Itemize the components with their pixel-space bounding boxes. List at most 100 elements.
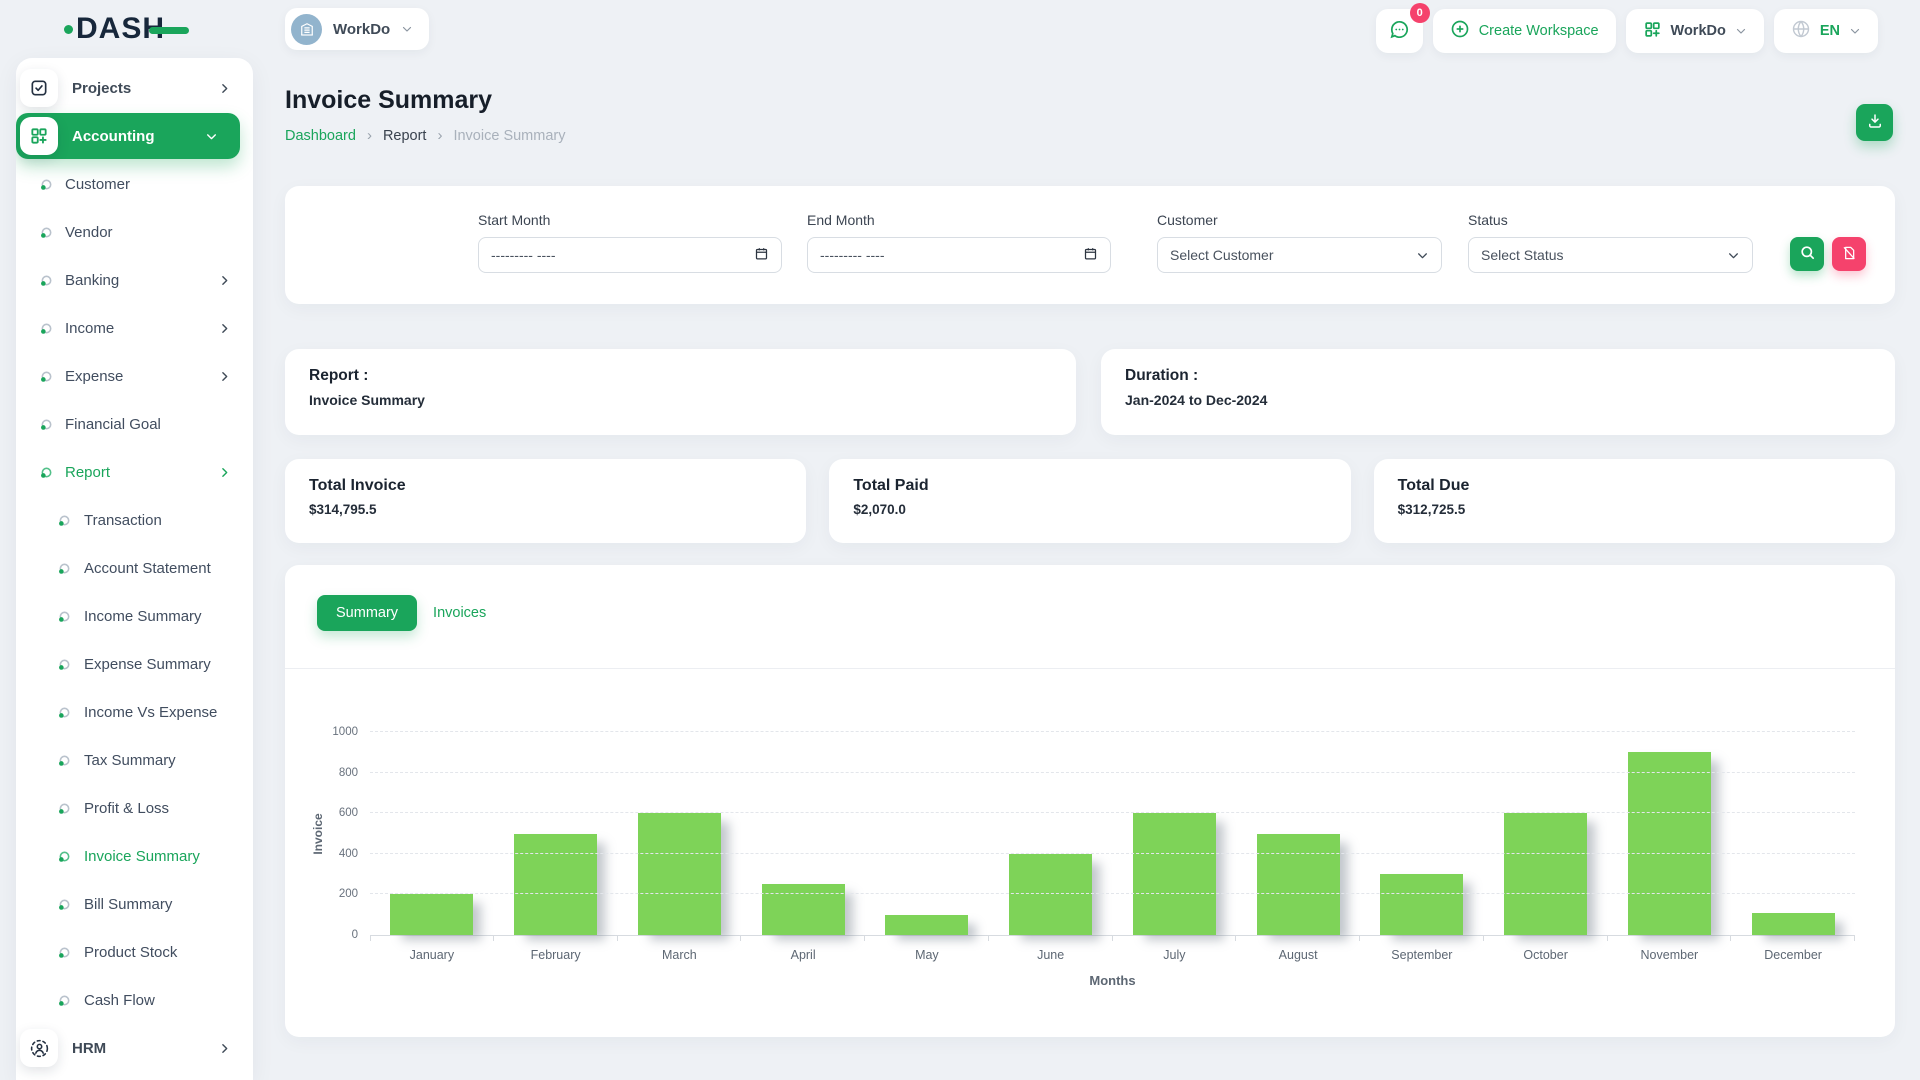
grid-plus-icon bbox=[20, 117, 58, 155]
sidebar-item-vendor[interactable]: Vendor bbox=[16, 208, 253, 256]
sidebar-item-accounting[interactable]: Accounting bbox=[16, 113, 240, 159]
chart-slot-january: January bbox=[370, 732, 494, 935]
sidebar-item-product-stock[interactable]: Product Stock bbox=[16, 928, 253, 976]
download-button[interactable] bbox=[1856, 104, 1893, 141]
sidebar-item-bill-summary[interactable]: Bill Summary bbox=[16, 880, 253, 928]
chart-slot-october: October bbox=[1484, 732, 1608, 935]
bar-march bbox=[638, 813, 721, 935]
sidebar-item-projects[interactable]: Projects bbox=[16, 64, 253, 112]
chevron-right-icon bbox=[218, 1042, 231, 1055]
bullet-icon bbox=[58, 610, 71, 623]
sidebar-item-expense[interactable]: Expense bbox=[16, 352, 253, 400]
sidebar-item-profit-loss[interactable]: Profit & Loss bbox=[16, 784, 253, 832]
sidebar-item-label: Account Statement bbox=[84, 560, 211, 577]
x-axis-label: December bbox=[1731, 948, 1855, 962]
bar-may bbox=[885, 915, 968, 935]
bar-april bbox=[762, 884, 845, 935]
sidebar-item-cash-flow[interactable]: Cash Flow bbox=[16, 976, 253, 1024]
sidebar-item-expense-summary[interactable]: Expense Summary bbox=[16, 640, 253, 688]
search-button[interactable] bbox=[1790, 237, 1824, 271]
x-axis-label: September bbox=[1360, 948, 1484, 962]
customer-selected-value: Select Customer bbox=[1170, 247, 1273, 263]
bar-june bbox=[1009, 854, 1092, 935]
status-field: Status Select Status bbox=[1468, 212, 1753, 273]
sidebar-item-label: Customer bbox=[65, 176, 130, 193]
sidebar-item-label: Projects bbox=[72, 80, 131, 97]
sidebar-item-transaction[interactable]: Transaction bbox=[16, 496, 253, 544]
filter-buttons bbox=[1790, 237, 1866, 271]
sidebar-item-invoice-summary[interactable]: Invoice Summary bbox=[16, 832, 253, 880]
workspace-name: WorkDo bbox=[333, 21, 390, 38]
report-info-card: Report : Invoice Summary bbox=[285, 349, 1076, 435]
y-axis-tick: 600 bbox=[312, 807, 358, 819]
start-month-input[interactable]: --------- ---- bbox=[478, 237, 782, 273]
x-axis-label: June bbox=[989, 948, 1113, 962]
tab-invoices[interactable]: Invoices bbox=[433, 605, 486, 621]
language-code: EN bbox=[1820, 23, 1840, 39]
bullet-icon bbox=[40, 226, 53, 239]
calendar-icon bbox=[1083, 246, 1098, 264]
messages-button[interactable]: 0 bbox=[1376, 9, 1423, 53]
sidebar-item-account-statement[interactable]: Account Statement bbox=[16, 544, 253, 592]
logo-dot bbox=[64, 25, 73, 34]
tab-summary[interactable]: Summary bbox=[317, 595, 417, 631]
reset-filter-button[interactable] bbox=[1832, 237, 1866, 271]
chart-slot-december: December bbox=[1731, 732, 1855, 935]
page-title: Invoice Summary bbox=[285, 86, 492, 115]
checkbox-icon bbox=[20, 69, 58, 107]
sidebar-item-income[interactable]: Income bbox=[16, 304, 253, 352]
chart-slot-august: August bbox=[1236, 732, 1360, 935]
bullet-icon bbox=[40, 418, 53, 431]
chart-slot-june: June bbox=[989, 732, 1113, 935]
sidebar-item-income-summary[interactable]: Income Summary bbox=[16, 592, 253, 640]
x-axis-title: Months bbox=[370, 973, 1855, 988]
tabs-divider bbox=[285, 668, 1895, 669]
end-month-field: End Month --------- ---- bbox=[807, 212, 1111, 273]
sidebar-item-income-vs-expense[interactable]: Income Vs Expense bbox=[16, 688, 253, 736]
language-button[interactable]: EN bbox=[1774, 9, 1878, 53]
chart-bars: JanuaryFebruaryMarchAprilMayJuneJulyAugu… bbox=[370, 732, 1855, 935]
bar-december bbox=[1752, 913, 1835, 935]
y-axis-tick: 0 bbox=[312, 929, 358, 941]
x-axis-label: February bbox=[494, 948, 618, 962]
bullet-icon bbox=[58, 994, 71, 1007]
report-value: Invoice Summary bbox=[309, 392, 1052, 408]
x-axis-label: October bbox=[1484, 948, 1608, 962]
sidebar-item-label: Accounting bbox=[72, 128, 155, 145]
chart-slot-july: July bbox=[1113, 732, 1237, 935]
sidebar-item-banking[interactable]: Banking bbox=[16, 256, 253, 304]
chart-card: Summary Invoices Invoice JanuaryFebruaryM… bbox=[285, 565, 1895, 1037]
search-icon bbox=[1799, 244, 1816, 264]
chat-icon bbox=[1388, 18, 1411, 44]
create-workspace-button[interactable]: Create Workspace bbox=[1433, 9, 1616, 53]
report-label: Report : bbox=[309, 367, 1052, 385]
breadcrumb-dashboard[interactable]: Dashboard bbox=[285, 128, 356, 144]
sidebar-item-tax-summary[interactable]: Tax Summary bbox=[16, 736, 253, 784]
end-month-value: --------- ---- bbox=[820, 247, 885, 263]
bar-chart: Invoice JanuaryFebruaryMarchAprilMayJune… bbox=[370, 732, 1855, 936]
chevron-down-icon bbox=[1727, 249, 1740, 262]
chevron-right-icon bbox=[218, 466, 231, 479]
workspace-switcher[interactable]: WorkDo bbox=[285, 8, 429, 50]
sidebar-item-customer[interactable]: Customer bbox=[16, 160, 253, 208]
bullet-icon bbox=[58, 658, 71, 671]
sidebar-item-financial-goal[interactable]: Financial Goal bbox=[16, 400, 253, 448]
app-menu-button[interactable]: WorkDo bbox=[1626, 9, 1764, 53]
topbar-actions: 0 Create Workspace WorkDo EN bbox=[1376, 9, 1878, 53]
sidebar-item-label: Income bbox=[65, 320, 114, 337]
sidebar-item-report[interactable]: Report bbox=[16, 448, 253, 496]
messages-badge: 0 bbox=[1410, 3, 1430, 23]
status-select[interactable]: Select Status bbox=[1468, 237, 1753, 273]
chevron-right-icon bbox=[218, 274, 231, 287]
customer-select[interactable]: Select Customer bbox=[1157, 237, 1442, 273]
gridline bbox=[370, 731, 1855, 732]
sidebar-item-label: Transaction bbox=[84, 512, 162, 529]
sidebar-nav: Projects Accounting Customer VendorBanking I… bbox=[16, 64, 253, 1072]
end-month-input[interactable]: --------- ---- bbox=[807, 237, 1111, 273]
sidebar-item-hrm[interactable]: HRM bbox=[16, 1024, 253, 1072]
topbar: DASH WorkDo 0 Create Workspace bbox=[0, 0, 1920, 58]
logo-dash-bar bbox=[149, 27, 189, 34]
bullet-icon bbox=[40, 274, 53, 287]
chevron-right-icon bbox=[218, 370, 231, 383]
breadcrumb-report[interactable]: Report bbox=[383, 128, 427, 144]
